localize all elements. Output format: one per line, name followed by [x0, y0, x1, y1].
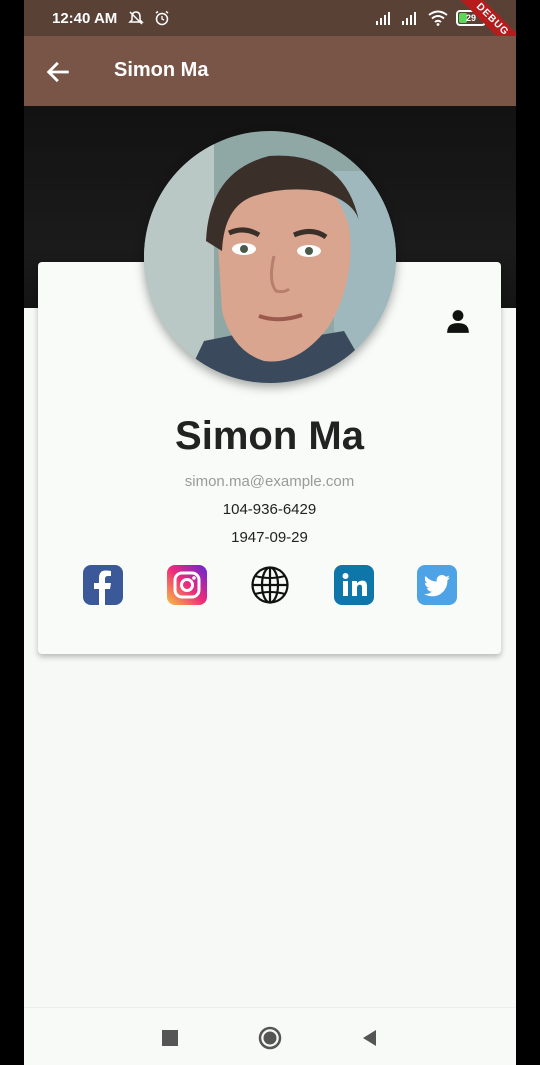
app-bar-title: Simon Ma	[114, 59, 209, 81]
linkedin-icon[interactable]	[333, 565, 374, 605]
globe-icon[interactable]	[250, 565, 290, 605]
profile-phone: 104-936-6429	[222, 501, 317, 518]
facebook-icon[interactable]	[83, 565, 123, 605]
phone-screen: 12:40 AM 29 DEBUG Simon Ma Simon Ma simo…	[24, 0, 516, 1065]
home-circle-icon[interactable]	[258, 1026, 282, 1050]
app-bar: Simon Ma	[24, 36, 516, 106]
instagram-icon[interactable]	[166, 565, 207, 605]
alarm-icon	[155, 10, 169, 26]
twitter-icon[interactable]	[417, 565, 457, 605]
notifications-off-icon	[128, 11, 144, 25]
avatar	[144, 131, 396, 383]
back-triangle-icon[interactable]	[358, 1026, 382, 1050]
profile-email: simon.ma@example.com	[184, 473, 355, 490]
status-bar: 12:40 AM 29 DEBUG	[24, 0, 516, 62]
person-icon[interactable]	[445, 308, 471, 334]
wifi-icon	[428, 10, 448, 26]
signal-icon	[402, 11, 420, 25]
social-links	[83, 565, 457, 605]
profile-name: Simon Ma	[175, 414, 364, 458]
arrow-back-icon[interactable]	[44, 58, 72, 86]
signal-icon	[376, 11, 394, 25]
system-navigation-bar	[24, 1007, 516, 1065]
status-time: 12:40 AM	[52, 10, 118, 27]
recents-square-icon[interactable]	[158, 1026, 182, 1050]
profile-dob: 1947-09-29	[231, 529, 308, 546]
